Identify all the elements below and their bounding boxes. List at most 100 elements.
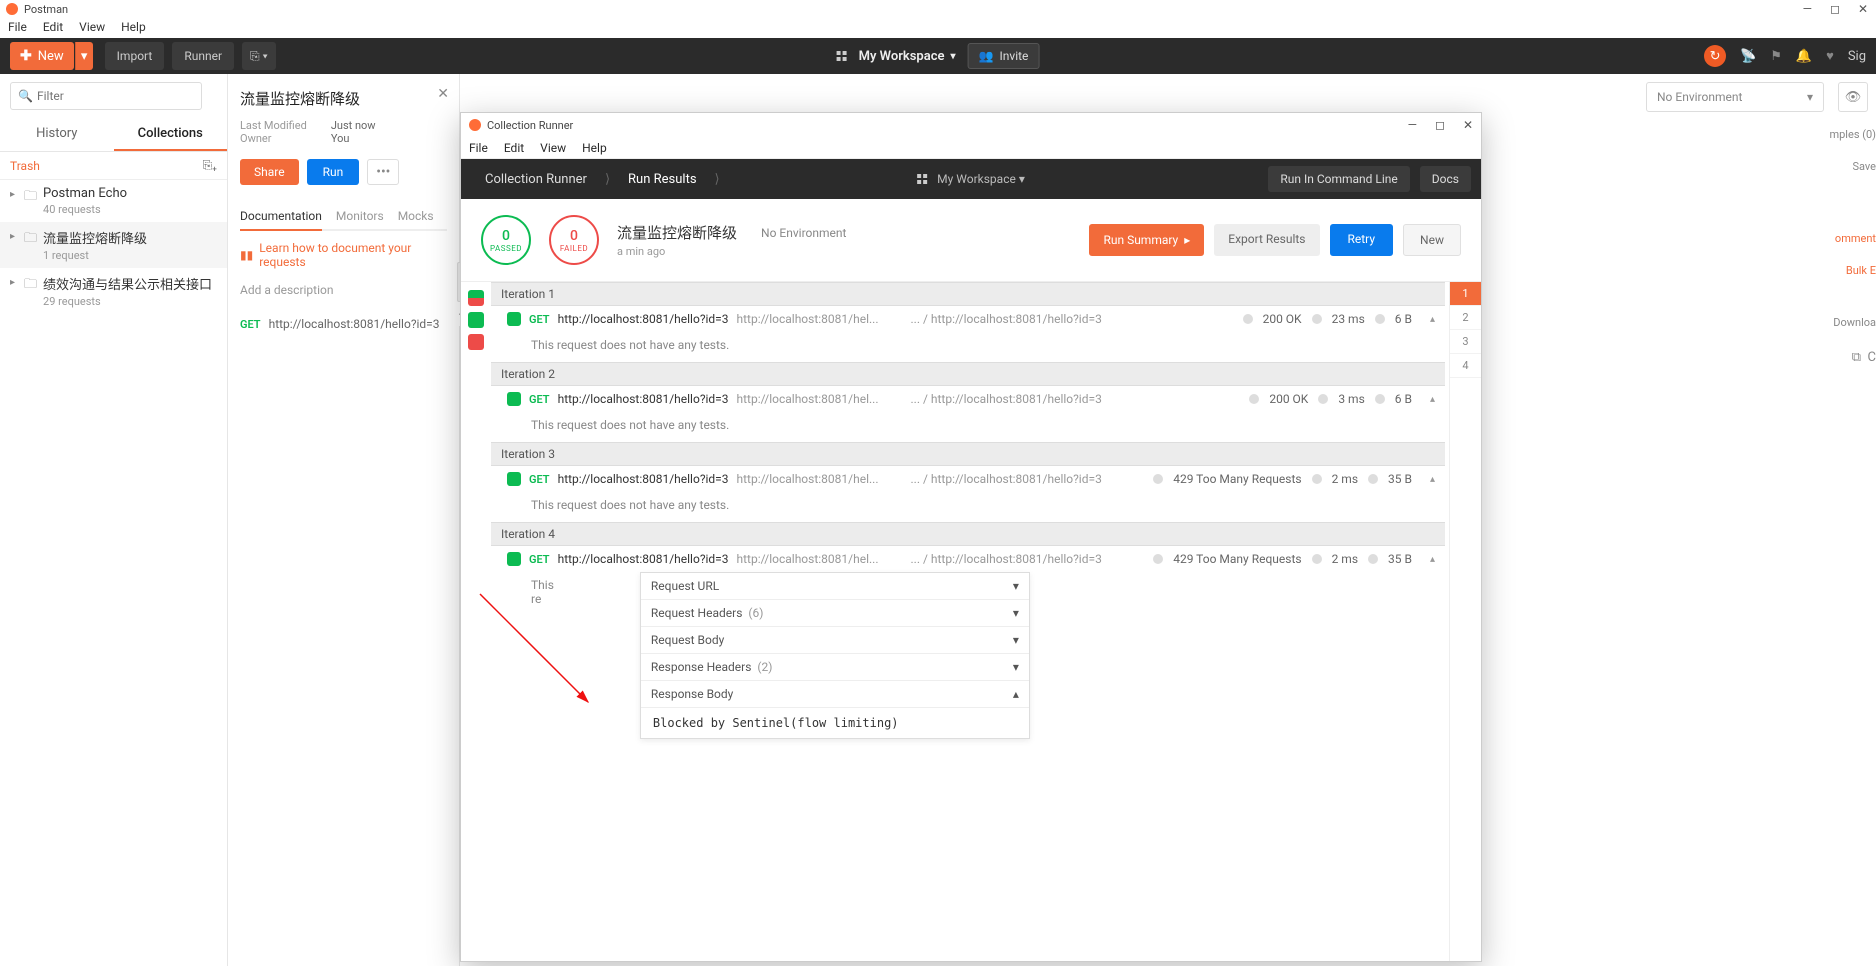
collection-runner-window: Collection Runner — ◻ ✕ File Edit View H… [460,112,1482,962]
iteration-nav-item[interactable]: 3 [1450,330,1481,354]
heart-icon[interactable]: ♥ [1826,48,1834,64]
satellite-icon[interactable]: 📡 [1740,49,1756,64]
menu-help[interactable]: Help [582,141,607,155]
invite-icon: 👥 [979,49,994,63]
tab-documentation[interactable]: Documentation [240,203,322,231]
run-time: a min ago [617,245,846,258]
workspace-selector[interactable]: My Workspace ▾ [937,172,1025,186]
crumb-run-results[interactable]: Run Results [614,172,711,187]
chevron-right-icon: ▸ [1184,233,1190,247]
menu-edit[interactable]: Edit [504,141,524,155]
tab-monitors[interactable]: Monitors [336,203,384,229]
filter-input[interactable] [10,82,202,110]
iteration-nav-item[interactable]: 4 [1450,354,1481,378]
share-button[interactable]: Share [240,159,299,185]
runner-button[interactable]: Runner [172,42,234,70]
collapse-icon[interactable]: ▴ [1430,314,1435,325]
status-square-icon [507,472,521,486]
more-actions-button[interactable]: ••• [367,159,399,185]
crumb-collection-runner[interactable]: Collection Runner [471,172,601,187]
thumb-overview[interactable] [468,290,484,306]
iteration-nav-item[interactable]: 1 [1450,282,1481,306]
folder-icon: 🗀 [24,275,37,297]
interceptor-icon[interactable]: ⚑ [1770,49,1782,64]
collection-item[interactable]: ▸ 🗀 流量监控熔断降级 1 request [0,222,227,268]
maximize-icon[interactable]: ◻ [1435,118,1445,132]
detail-request-body[interactable]: Request Body▾ [641,627,1029,654]
learn-doc-link[interactable]: ▮▮ Learn how to document your requests [240,241,447,269]
new-run-button[interactable]: New [1403,224,1461,256]
menu-view[interactable]: View [540,141,566,155]
sync-icon[interactable]: ↻ [1704,45,1726,67]
status-dot-icon [1375,314,1385,324]
bulk-edit-link[interactable]: Bulk E [1846,264,1876,277]
iteration-request-row[interactable]: GET http://localhost:8081/hello?id=3 htt… [491,386,1445,412]
detail-request-url[interactable]: Request URL▾ [641,573,1029,600]
detail-request-headers[interactable]: Request Headers (6)▾ [641,600,1029,627]
docs-icon: ▮▮ [240,248,253,262]
collapse-icon[interactable]: ▴ [1430,474,1435,485]
collapse-icon[interactable]: ▴ [1430,554,1435,565]
trash-link[interactable]: Trash [10,159,40,173]
environment-select[interactable]: No Environment▾ [1646,82,1824,112]
minimize-icon[interactable]: — [1408,118,1417,132]
new-button[interactable]: ✚ New [10,42,74,70]
status-square-icon [507,312,521,326]
main-toolbar: ✚ New ▾ Import Runner ⎘ ▾ My Workspace ▾… [0,38,1876,74]
close-panel-icon[interactable]: ✕ [437,86,449,102]
iteration-request-row[interactable]: GET http://localhost:8081/hello?id=3 htt… [491,306,1445,332]
iteration-header: Iteration 2 [491,362,1445,386]
environment-quicklook-button[interactable]: 👁 [1838,82,1868,112]
examples-link[interactable]: mples (0) [1829,128,1876,141]
save-button[interactable]: Save [1852,160,1876,173]
download-link[interactable]: Downloa [1833,316,1876,329]
status-square-icon [507,552,521,566]
menu-view[interactable]: View [79,20,105,34]
chevron-right-icon: ⟩ [715,172,720,187]
menu-file[interactable]: File [8,20,27,34]
export-results-button[interactable]: Export Results [1214,224,1319,256]
maximize-icon[interactable]: ◻ [1830,2,1840,16]
no-tests-message: This request does not have any tests. [491,332,1445,362]
run-collection-button[interactable]: Run [307,159,360,185]
menu-help[interactable]: Help [121,20,146,34]
detail-response-headers[interactable]: Response Headers (2)▾ [641,654,1029,681]
add-description-link[interactable]: Add a description [240,283,447,297]
close-icon[interactable]: ✕ [1858,2,1868,16]
detail-response-body[interactable]: Response Body▴ [641,681,1029,708]
tab-history[interactable]: History [0,118,114,151]
signin-link[interactable]: Sig [1848,49,1866,64]
request-entry[interactable]: GET http://localhost:8081/hello?id=3 [240,317,447,331]
chevron-down-icon: ▾ [1013,606,1019,620]
import-button[interactable]: Import [105,42,165,70]
titlebar: Postman [0,0,1876,18]
run-in-commandline-button[interactable]: Run In Command Line [1268,166,1409,192]
chevron-down-icon: ▾ [1807,90,1813,104]
tab-collections[interactable]: Collections [114,118,228,151]
collapse-icon[interactable]: ▴ [1430,394,1435,405]
thumb-fail[interactable] [468,334,484,350]
comments-link[interactable]: omment [1835,232,1876,245]
notifications-icon[interactable]: 🔔 [1796,49,1812,64]
iteration-request-row[interactable]: GET http://localhost:8081/hello?id=3 htt… [491,546,1445,572]
minimize-icon[interactable]: — [1803,2,1812,16]
docs-button[interactable]: Docs [1420,166,1471,192]
chevron-right-icon: ⟩ [605,172,610,187]
thumb-pass[interactable] [468,312,484,328]
copy-icon[interactable]: ⧉ C [1852,350,1876,365]
open-new-button[interactable]: ⎘ ▾ [242,42,276,70]
iteration-nav-item[interactable]: 2 [1450,306,1481,330]
menu-file[interactable]: File [469,141,488,155]
run-summary-button[interactable]: Run Summary▸ [1089,224,1204,256]
close-icon[interactable]: ✕ [1463,118,1473,132]
retry-button[interactable]: Retry [1330,224,1394,256]
new-collection-icon[interactable]: ⎘₊ [203,158,217,173]
tab-mocks[interactable]: Mocks [398,203,434,229]
collection-item[interactable]: ▸ 🗀 绩效沟通与结果公示相关接口 29 requests [0,268,227,314]
new-dropdown[interactable]: ▾ [75,42,93,70]
invite-button[interactable]: 👥 Invite [968,43,1040,69]
workspace-selector[interactable]: My Workspace ▾ [859,49,956,64]
menu-edit[interactable]: Edit [43,20,63,34]
collection-item[interactable]: ▸ 🗀 Postman Echo 40 requests [0,180,227,222]
iteration-request-row[interactable]: GET http://localhost:8081/hello?id=3 htt… [491,466,1445,492]
